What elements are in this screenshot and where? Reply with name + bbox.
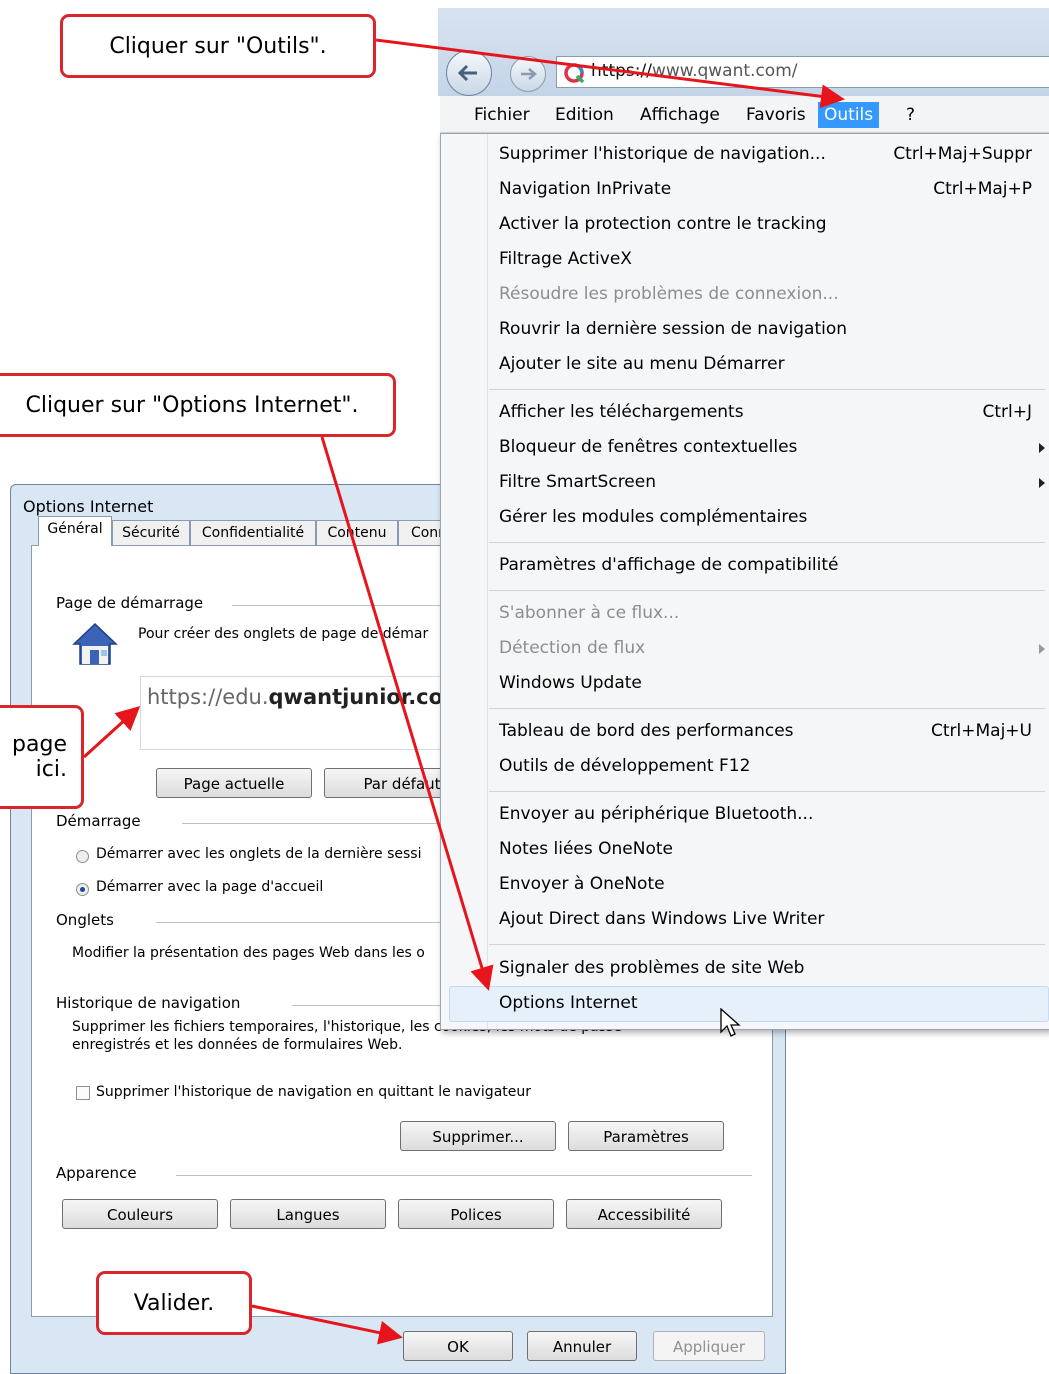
arrow-to-ok-button <box>251 1304 403 1345</box>
annotation-arrows <box>82 38 845 1345</box>
arrow-to-home-page-field <box>82 705 141 759</box>
arrow-to-tools-menu <box>375 38 845 109</box>
arrow-to-internet-options <box>320 436 494 991</box>
